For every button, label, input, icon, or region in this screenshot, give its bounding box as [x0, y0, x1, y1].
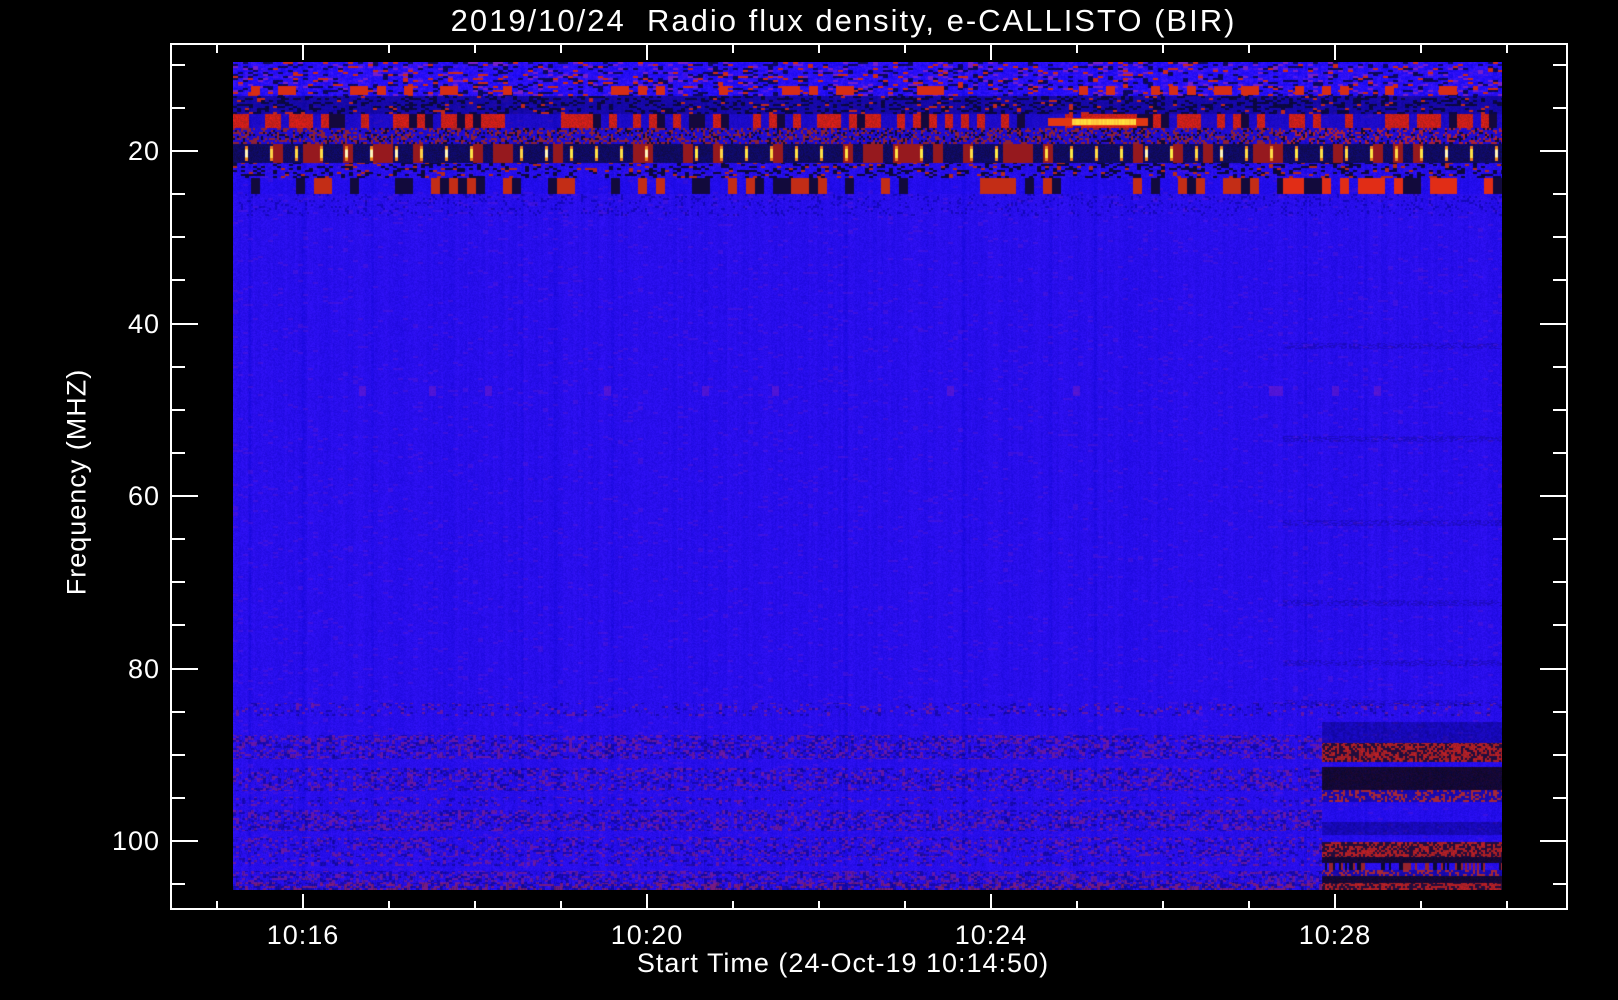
- x-minor-tick: [732, 901, 734, 909]
- y-minor-tick: [172, 365, 185, 368]
- y-minor-tick: [172, 538, 185, 541]
- x-minor-tick: [560, 901, 562, 909]
- y-major-tick-right: [1540, 322, 1566, 325]
- x-minor-tick: [1076, 901, 1078, 909]
- x-tick-label: 10:28: [1298, 920, 1372, 950]
- y-major-tick: [172, 840, 198, 842]
- y-minor-tick: [172, 236, 185, 239]
- x-tick-label: 10:20: [610, 920, 684, 950]
- y-minor-tick: [172, 279, 185, 282]
- y-major-tick: [172, 150, 198, 152]
- y-minor-tick-right: [1553, 624, 1566, 627]
- y-minor-tick-right: [1553, 451, 1566, 454]
- y-minor-tick: [172, 106, 185, 109]
- x-major-tick: [990, 894, 992, 909]
- y-major-tick-right: [1540, 150, 1566, 152]
- x-minor-tick-top: [474, 45, 476, 53]
- y-minor-tick-right: [1553, 796, 1566, 799]
- y-minor-tick: [172, 624, 185, 627]
- spectrogram-figure: 2019/10/24 Radio flux density, e-CALLIST…: [0, 0, 1618, 1000]
- y-major-tick-right: [1540, 840, 1566, 842]
- spectrogram-canvas: [233, 62, 1502, 890]
- y-minor-tick: [172, 753, 185, 756]
- y-minor-tick-right: [1553, 538, 1566, 541]
- x-minor-tick: [1506, 901, 1508, 909]
- y-major-tick: [172, 495, 198, 497]
- y-minor-tick-right: [1553, 106, 1566, 109]
- y-minor-tick-right: [1553, 279, 1566, 282]
- x-minor-tick-top: [732, 45, 734, 53]
- chart-title: 2019/10/24 Radio flux density, e-CALLIST…: [450, 3, 1237, 38]
- x-minor-tick: [216, 901, 218, 909]
- y-minor-tick: [172, 451, 185, 454]
- x-minor-tick: [388, 901, 390, 909]
- x-tick-label: 10:16: [266, 920, 340, 950]
- y-minor-tick: [172, 710, 185, 713]
- y-major-tick-right: [1540, 495, 1566, 497]
- y-major-tick: [172, 322, 198, 325]
- y-tick-label: 20: [127, 136, 160, 166]
- x-minor-tick-top: [818, 45, 820, 53]
- y-minor-tick: [172, 883, 185, 886]
- y-minor-tick-right: [1553, 236, 1566, 239]
- y-minor-tick-right: [1553, 710, 1566, 713]
- x-minor-tick-top: [1076, 45, 1078, 53]
- x-major-tick-top: [990, 45, 992, 60]
- x-minor-tick-top: [1506, 45, 1508, 53]
- x-minor-tick-top: [904, 45, 906, 53]
- x-minor-tick: [818, 901, 820, 909]
- x-minor-tick: [904, 901, 906, 909]
- y-minor-tick: [172, 581, 185, 584]
- y-minor-tick-right: [1553, 63, 1566, 66]
- x-major-tick-top: [646, 45, 648, 60]
- y-minor-tick-right: [1553, 883, 1566, 886]
- y-minor-tick: [172, 796, 185, 799]
- y-major-tick: [172, 667, 198, 670]
- y-minor-tick: [172, 193, 185, 196]
- y-minor-tick-right: [1553, 193, 1566, 196]
- x-minor-tick: [1420, 901, 1422, 909]
- x-major-tick: [302, 894, 304, 909]
- y-minor-tick: [172, 63, 185, 66]
- x-major-tick: [646, 894, 648, 909]
- x-minor-tick-top: [1420, 45, 1422, 53]
- x-minor-tick-top: [1248, 45, 1250, 53]
- y-minor-tick-right: [1553, 581, 1566, 584]
- y-minor-tick-right: [1553, 753, 1566, 756]
- x-major-tick: [1334, 894, 1336, 909]
- x-major-tick-top: [302, 45, 304, 60]
- y-minor-tick-right: [1553, 365, 1566, 368]
- y-minor-tick-right: [1553, 408, 1566, 411]
- x-minor-tick-top: [560, 45, 562, 53]
- y-major-tick-right: [1540, 667, 1566, 670]
- y-axis-title: Frequency (MHZ): [61, 368, 92, 596]
- y-tick-label: 100: [111, 826, 160, 856]
- x-minor-tick: [1162, 901, 1164, 909]
- x-minor-tick: [474, 901, 476, 909]
- x-minor-tick-top: [216, 45, 218, 53]
- x-minor-tick-top: [1162, 45, 1164, 53]
- x-axis-title: Start Time (24-Oct-19 10:14:50): [636, 948, 1050, 978]
- x-minor-tick: [1248, 901, 1250, 909]
- x-minor-tick-top: [388, 45, 390, 53]
- x-tick-label: 10:24: [954, 920, 1028, 950]
- x-major-tick-top: [1334, 45, 1336, 60]
- y-minor-tick: [172, 408, 185, 411]
